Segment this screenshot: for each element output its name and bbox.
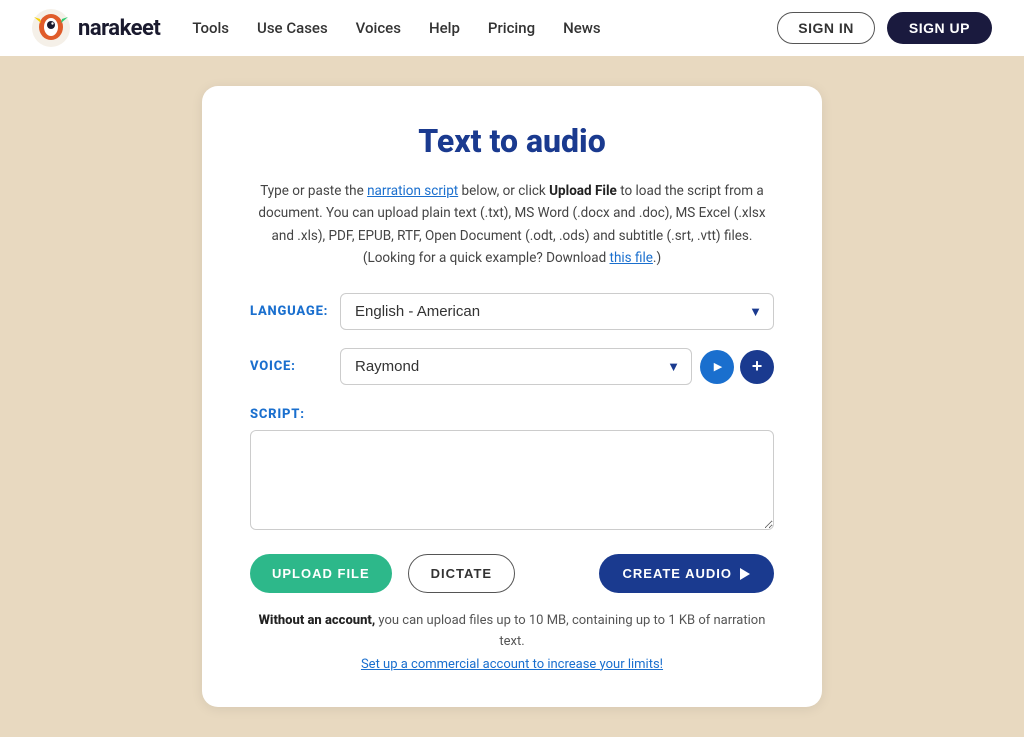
logo-icon — [32, 9, 70, 47]
language-select-wrapper: English - American English - British Spa… — [340, 293, 774, 330]
footer-text: you can upload files up to 10 MB, contai… — [375, 613, 765, 649]
language-row: LANGUAGE: English - American English - B… — [250, 293, 774, 330]
play-voice-button[interactable]: ▶ — [700, 350, 734, 384]
voice-row: VOICE: Raymond Emma Brian Joanna Matthew… — [250, 348, 774, 385]
desc-part5: .) — [653, 250, 661, 266]
play-icon: ▶ — [714, 360, 722, 373]
footer-upgrade-link[interactable]: Set up a commercial account to increase … — [250, 655, 774, 676]
desc-part1: Type or paste the — [260, 183, 367, 199]
upload-file-bold: Upload File — [549, 183, 617, 199]
voice-label: VOICE: — [250, 359, 340, 374]
sign-in-button[interactable]: SIGN IN — [777, 12, 875, 44]
language-label: LANGUAGE: — [250, 304, 340, 319]
script-textarea[interactable] — [250, 430, 774, 530]
desc-part4: (Looking for a quick example? Download — [363, 250, 610, 266]
script-label-row: SCRIPT: — [250, 403, 774, 422]
narration-script-link[interactable]: narration script — [367, 183, 458, 199]
footer-bold: Without an account, — [259, 613, 376, 628]
voice-select-wrapper: Raymond Emma Brian Joanna Matthew ▼ — [340, 348, 692, 385]
sign-up-button[interactable]: SIGN UP — [887, 12, 992, 44]
plus-icon: + — [752, 356, 763, 377]
nav-use-cases[interactable]: Use Cases — [257, 19, 328, 37]
this-file-link[interactable]: this file — [610, 250, 653, 266]
nav-help[interactable]: Help — [429, 19, 460, 37]
language-select[interactable]: English - American English - British Spa… — [340, 293, 774, 330]
logo-text: narakeet — [78, 16, 160, 41]
description-text: Type or paste the narration script below… — [250, 180, 774, 269]
main-content: Text to audio Type or paste the narratio… — [0, 56, 1024, 737]
footer-note: Without an account, you can upload files… — [250, 611, 774, 675]
create-audio-button[interactable]: CREATE AUDIO — [599, 554, 775, 593]
page-title: Text to audio — [250, 122, 774, 160]
main-card: Text to audio Type or paste the narratio… — [202, 86, 822, 707]
dictate-button[interactable]: DICTATE — [408, 554, 515, 593]
main-nav: Tools Use Cases Voices Help Pricing News — [192, 19, 745, 37]
nav-pricing[interactable]: Pricing — [488, 19, 535, 37]
nav-news[interactable]: News — [563, 19, 601, 37]
header-actions: SIGN IN SIGN UP — [777, 12, 992, 44]
logo-link[interactable]: narakeet — [32, 9, 160, 47]
nav-tools[interactable]: Tools — [192, 19, 229, 37]
upload-file-button[interactable]: UPLOAD FILE — [250, 554, 392, 593]
header: narakeet Tools Use Cases Voices Help Pri… — [0, 0, 1024, 56]
desc-part2: below, or click — [458, 183, 549, 199]
action-buttons: UPLOAD FILE DICTATE CREATE AUDIO — [250, 554, 774, 593]
voice-controls: ▶ + — [700, 350, 774, 384]
create-audio-label: CREATE AUDIO — [623, 566, 733, 581]
add-voice-button[interactable]: + — [740, 350, 774, 384]
script-label: SCRIPT: — [250, 407, 305, 422]
voice-select[interactable]: Raymond Emma Brian Joanna Matthew — [340, 348, 692, 385]
nav-voices[interactable]: Voices — [356, 19, 401, 37]
